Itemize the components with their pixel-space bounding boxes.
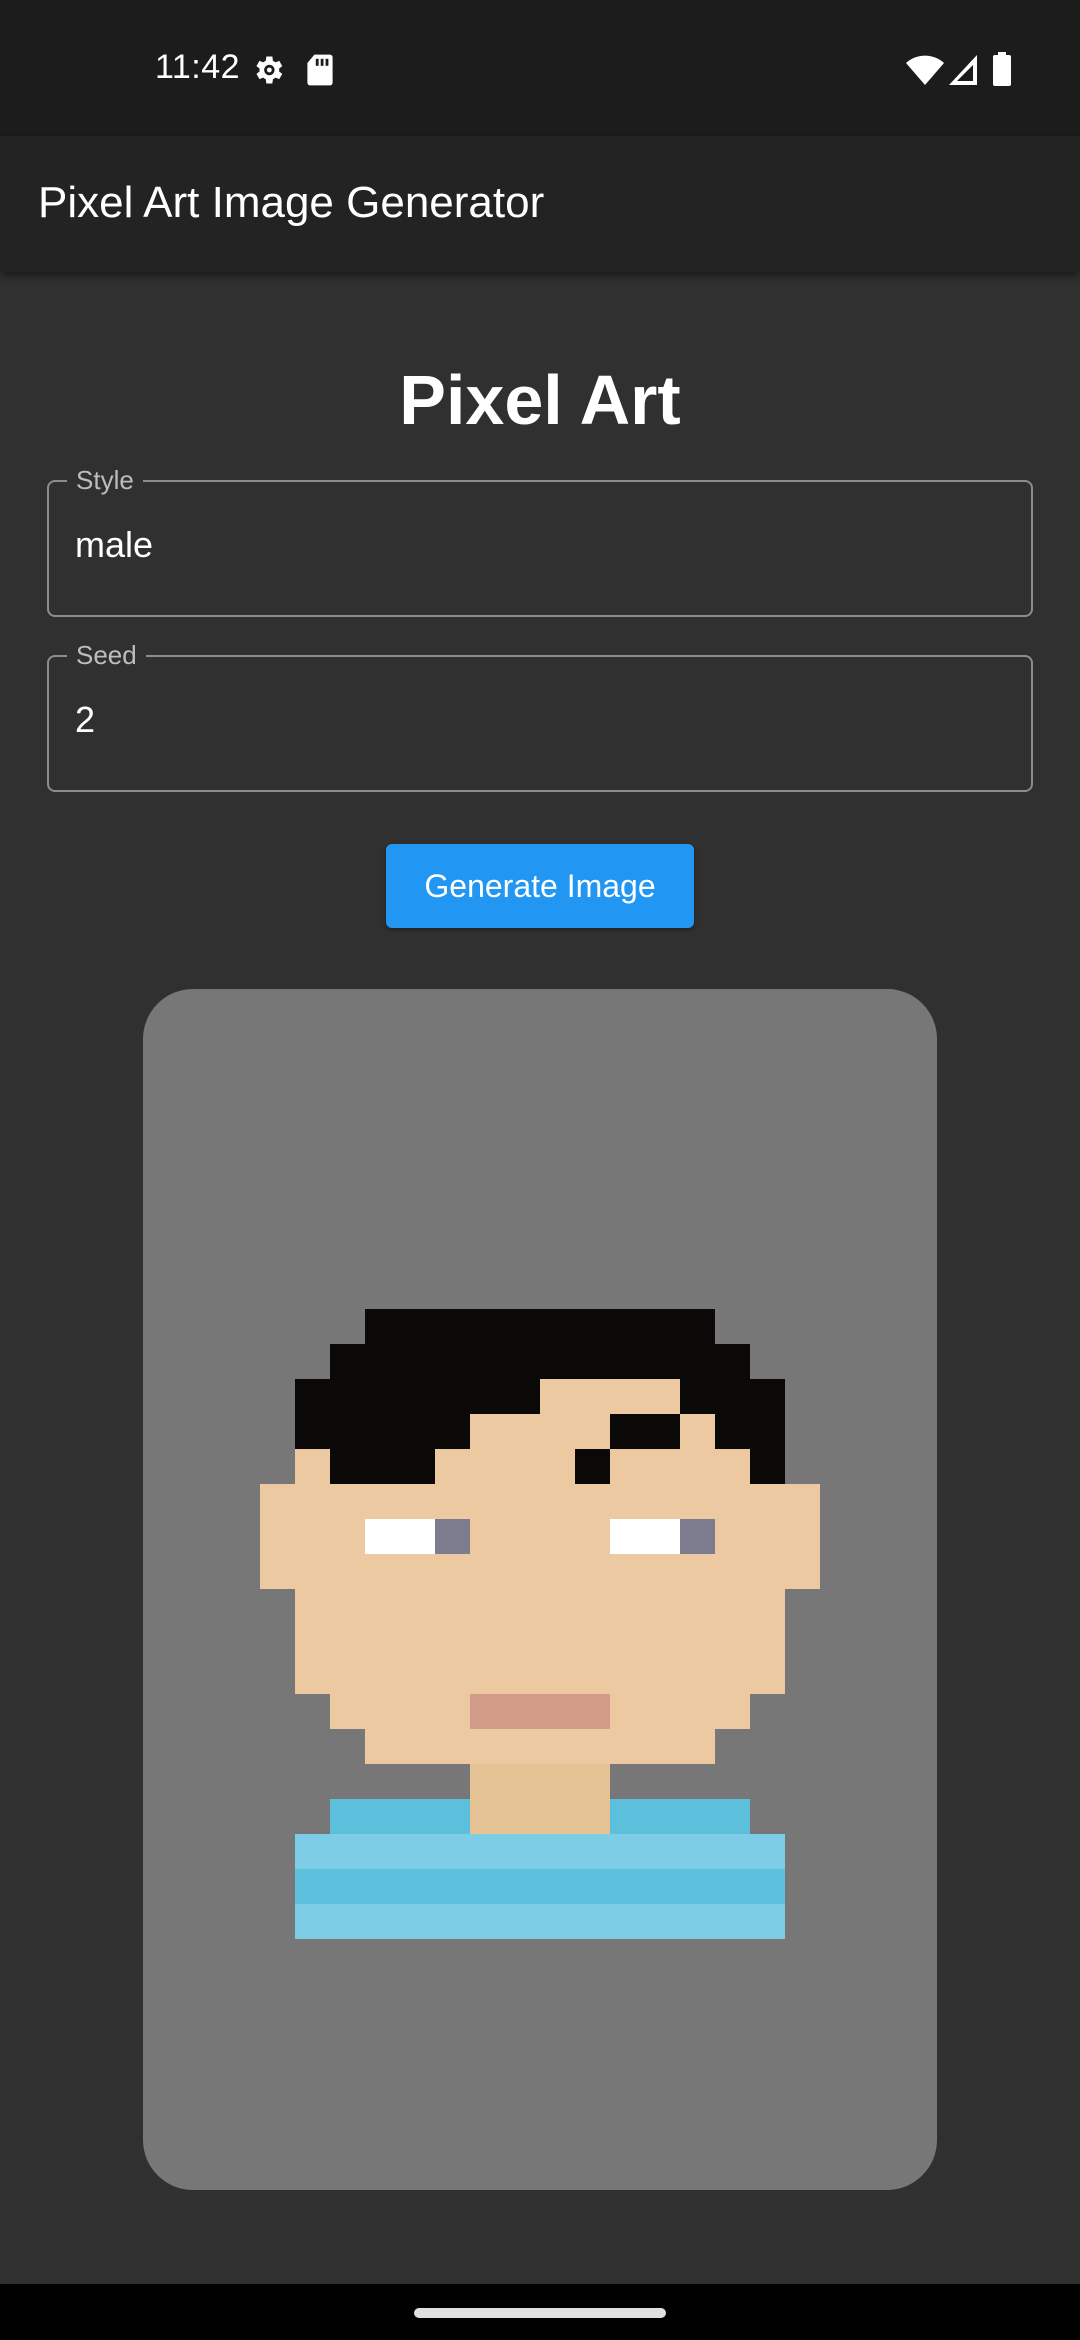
neck [470, 1764, 610, 1834]
hair [750, 1449, 785, 1484]
face [365, 1729, 715, 1764]
seed-field-value[interactable]: 2 [75, 699, 95, 741]
page-heading: Pixel Art [399, 361, 681, 439]
generate-image-button[interactable]: Generate Image [386, 844, 694, 928]
face [295, 1449, 330, 1484]
pixel-avatar-image [260, 1309, 820, 1939]
shirt [295, 1904, 785, 1939]
left-eye-pupil [435, 1519, 470, 1554]
battery-icon [993, 52, 1011, 86]
status-time: 11:42 [155, 48, 241, 86]
shirt [295, 1834, 785, 1869]
signal-icon [949, 55, 977, 85]
eyebrow [610, 1414, 680, 1449]
shirt [610, 1799, 750, 1834]
app-bar: Pixel Art Image Generator [0, 136, 1080, 272]
shirt [330, 1799, 470, 1834]
hair [330, 1344, 750, 1379]
left-eye-white [365, 1519, 435, 1554]
hair [330, 1449, 435, 1484]
face [260, 1484, 820, 1589]
home-gesture-handle[interactable] [414, 2308, 666, 2318]
shirt [295, 1869, 785, 1904]
eyebrow [575, 1449, 610, 1484]
style-field-value[interactable]: male [75, 524, 153, 566]
app-title: Pixel Art Image Generator [38, 178, 545, 227]
style-field-label: Style [67, 465, 143, 496]
style-field[interactable]: Style male [47, 465, 1033, 617]
status-bar: 11:42 [0, 0, 1080, 136]
generated-image-card [143, 989, 937, 2190]
sd-card-icon [307, 54, 333, 86]
face [540, 1379, 680, 1414]
hair [365, 1309, 715, 1344]
seed-field-label: Seed [67, 640, 146, 671]
gear-icon [256, 56, 283, 84]
right-eye-pupil [680, 1519, 715, 1554]
right-eye-white [610, 1519, 680, 1554]
seed-field[interactable]: Seed 2 [47, 640, 1033, 792]
wifi-icon [906, 55, 944, 85]
mouth [470, 1694, 610, 1729]
face [295, 1589, 785, 1694]
